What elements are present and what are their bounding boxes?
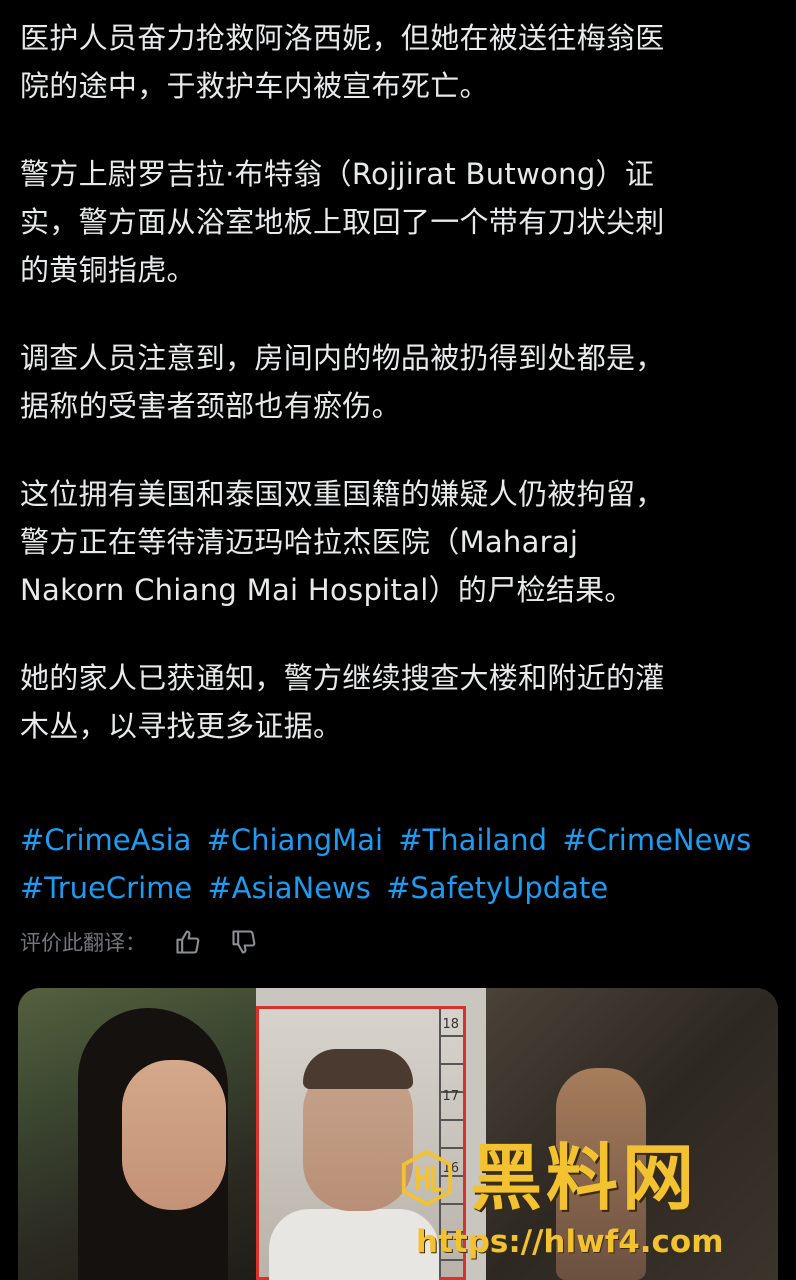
height-scale-label: 17 [442, 1089, 459, 1104]
thumbs-down-icon [232, 930, 256, 954]
thumbs-down-button[interactable] [224, 922, 264, 962]
post-media-image[interactable]: 18 17 16 黑料网 https://hlwf4.com [18, 988, 778, 1280]
thumbs-up-icon [176, 930, 200, 954]
post-text: 医护人员奋力抢救阿洛西妮，但她在被送往梅翁医 院的途中，于救护车内被宣布死亡。 … [20, 14, 780, 790]
post-paragraph: 这位拥有美国和泰国双重国籍的嫌疑人仍被拘留， 警方正在等待清迈玛哈拉杰医院（Ma… [20, 477, 665, 607]
woman-photo [18, 988, 256, 1280]
hashtag-link[interactable]: #TrueCrime [20, 871, 192, 905]
translation-rating: 评价此翻译： [20, 922, 280, 962]
hashtag-link[interactable]: #Thailand [398, 823, 547, 857]
height-scale-label: 18 [442, 1017, 459, 1032]
thumbs-up-button[interactable] [168, 922, 208, 962]
hashtag-link[interactable]: #CrimeNews [562, 823, 751, 857]
hair-shape [303, 1049, 413, 1089]
watermark-url: https://hlwf4.com [416, 1224, 724, 1260]
post-paragraph: 她的家人已获通知，警方继续搜查大楼和附近的灌 木丛，以寻找更多证据。 [20, 661, 665, 743]
watermark-logo-icon [401, 1149, 453, 1207]
watermark: 黑料网 [398, 1140, 698, 1216]
face-shape [122, 1060, 226, 1210]
hashtag-link[interactable]: #CrimeAsia [20, 823, 191, 857]
post-paragraph: 医护人员奋力抢救阿洛西妮，但她在被送往梅翁医 院的途中，于救护车内被宣布死亡。 [20, 21, 665, 103]
post-paragraph: 警方上尉罗吉拉·布特翁（Rojjirat Butwong）证 实，警方面从浴室地… [20, 157, 665, 287]
shirt-shape [269, 1209, 439, 1280]
post-paragraph: 调查人员注意到，房间内的物品被扔得到处都是， 据称的受害者颈部也有瘀伤。 [20, 341, 665, 423]
rate-translation-label: 评价此翻译： [20, 931, 146, 955]
hashtag-list: #CrimeAsia #ChiangMai #Thailand #CrimeNe… [20, 816, 790, 912]
watermark-text: 黑料网 [470, 1136, 699, 1220]
hashtag-link[interactable]: #ChiangMai [207, 823, 383, 857]
hashtag-link[interactable]: #SafetyUpdate [386, 871, 608, 905]
hashtag-link[interactable]: #AsiaNews [207, 871, 370, 905]
